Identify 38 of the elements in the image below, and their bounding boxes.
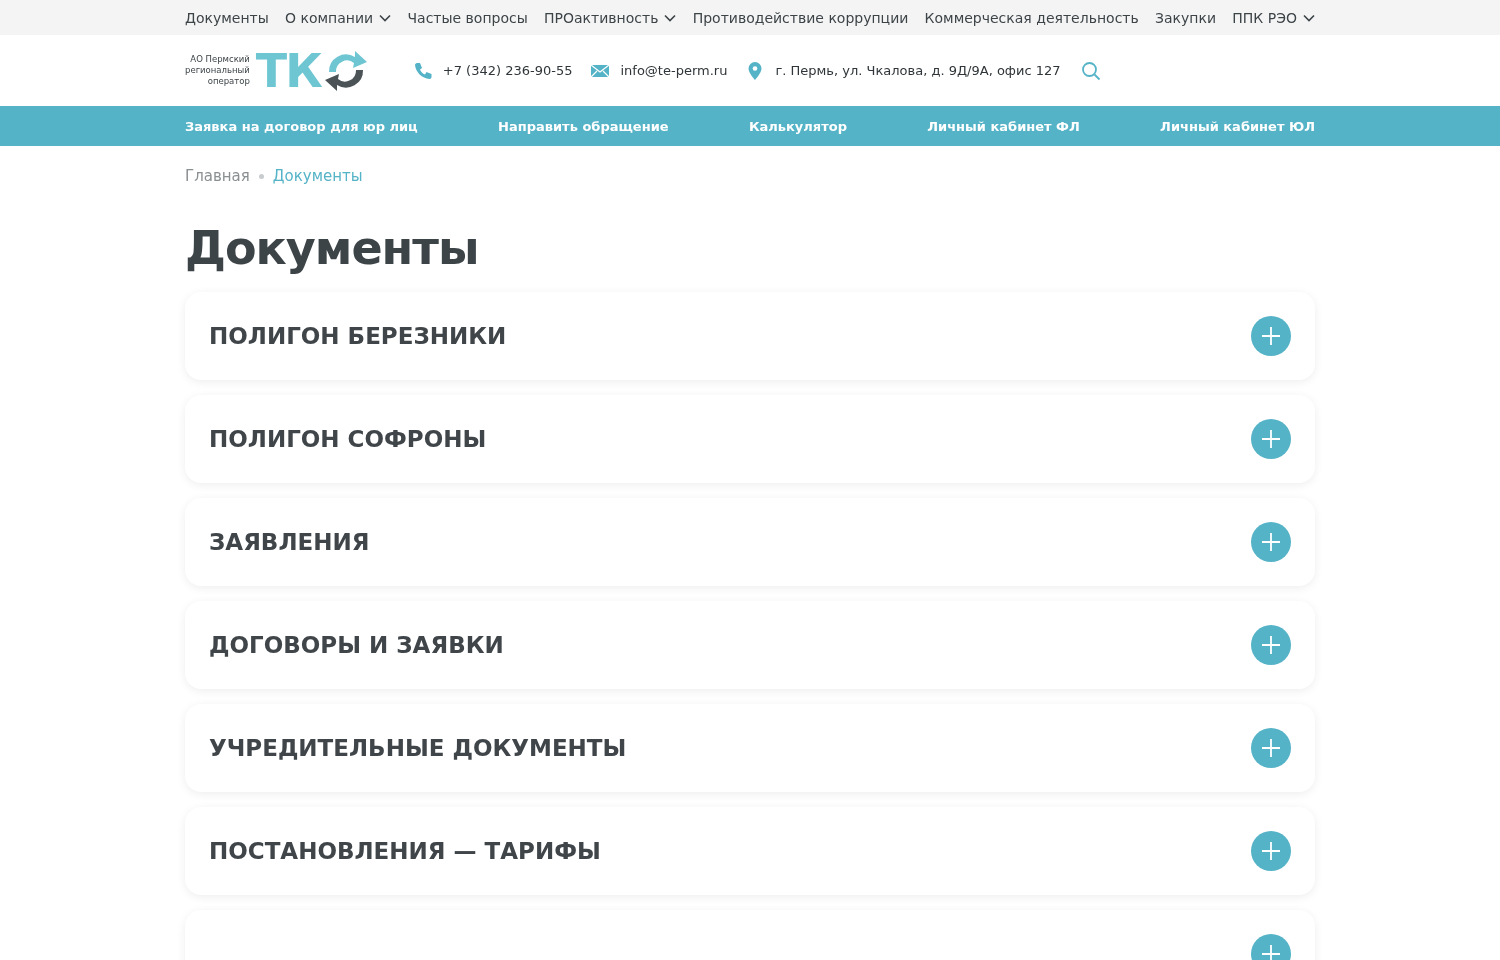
accordion-title: ПОСТАНОВЛЕНИЯ — ТАРИФЫ bbox=[209, 837, 601, 864]
accordion-item[interactable]: ДОГОВОРЫ И ЗАЯВКИ bbox=[185, 600, 1315, 689]
accordion-item[interactable]: ПОЛИГОН БЕРЕЗНИКИ bbox=[185, 291, 1315, 380]
breadcrumb-separator bbox=[258, 173, 264, 179]
logo-mark: ТК bbox=[255, 47, 321, 94]
nav-link[interactable]: О компании bbox=[285, 9, 392, 26]
contact-text[interactable]: +7 (342) 236-90-55 bbox=[442, 63, 573, 78]
nav-link[interactable]: Коммерческая деятельность bbox=[924, 9, 1139, 26]
nav-link[interactable]: ППК РЭО bbox=[1232, 9, 1315, 26]
accordion-title: ПОЛИГОН СОФРОНЫ bbox=[209, 425, 487, 452]
plus-icon[interactable] bbox=[1251, 624, 1291, 665]
page-title: Документы bbox=[185, 223, 480, 274]
phone-icon bbox=[412, 60, 433, 81]
chevron-down-icon bbox=[664, 13, 677, 22]
nav-link[interactable]: Частые вопросы bbox=[407, 9, 528, 26]
logo-caption: АО Пермский региональный оператор bbox=[185, 54, 250, 87]
accordion-title: ПОЛИГОН БЕРЕЗНИКИ bbox=[209, 322, 507, 349]
nav-link[interactable]: ПРОактивность bbox=[544, 9, 677, 26]
accordion-title: УЧРЕДИТЕЛЬНЫЕ ДОКУМЕНТЫ bbox=[209, 734, 627, 761]
contact-text[interactable]: info@te-perm.ru bbox=[620, 63, 728, 78]
accordion-item[interactable]: ПОЛИГОН СОФРОНЫ bbox=[185, 394, 1315, 483]
plus-icon[interactable] bbox=[1251, 521, 1291, 562]
accordion-item[interactable]: ПОСТАНОВЛЕНИЯ — ТАРИФЫ bbox=[185, 806, 1315, 895]
accordion-item[interactable]: ЗАЯВЛЕНИЯ bbox=[185, 497, 1315, 586]
nav-link[interactable]: Противодействие коррупции bbox=[692, 9, 909, 26]
nav-link[interactable]: Документы bbox=[185, 9, 269, 26]
contact-text: г. Пермь, ул. Чкалова, д. 9Д/9А, офис 127 bbox=[775, 63, 1061, 78]
plus-icon[interactable] bbox=[1251, 315, 1291, 356]
accordion-title: ДОГОВОРЫ И ЗАЯВКИ bbox=[209, 631, 504, 658]
chevron-down-icon bbox=[379, 13, 392, 22]
plus-icon[interactable] bbox=[1251, 727, 1291, 768]
chevron-down-icon bbox=[1302, 13, 1315, 22]
search-icon[interactable] bbox=[1080, 60, 1101, 81]
accordion-title: ЗАЯВЛЕНИЯ bbox=[209, 528, 370, 555]
plus-icon[interactable] bbox=[1251, 418, 1291, 459]
plus-icon[interactable] bbox=[1251, 830, 1291, 871]
nav-link[interactable]: Закупки bbox=[1155, 9, 1216, 26]
accordion-item[interactable]: УЧРЕДИТЕЛЬНЫЕ ДОКУМЕНТЫ bbox=[185, 703, 1315, 792]
